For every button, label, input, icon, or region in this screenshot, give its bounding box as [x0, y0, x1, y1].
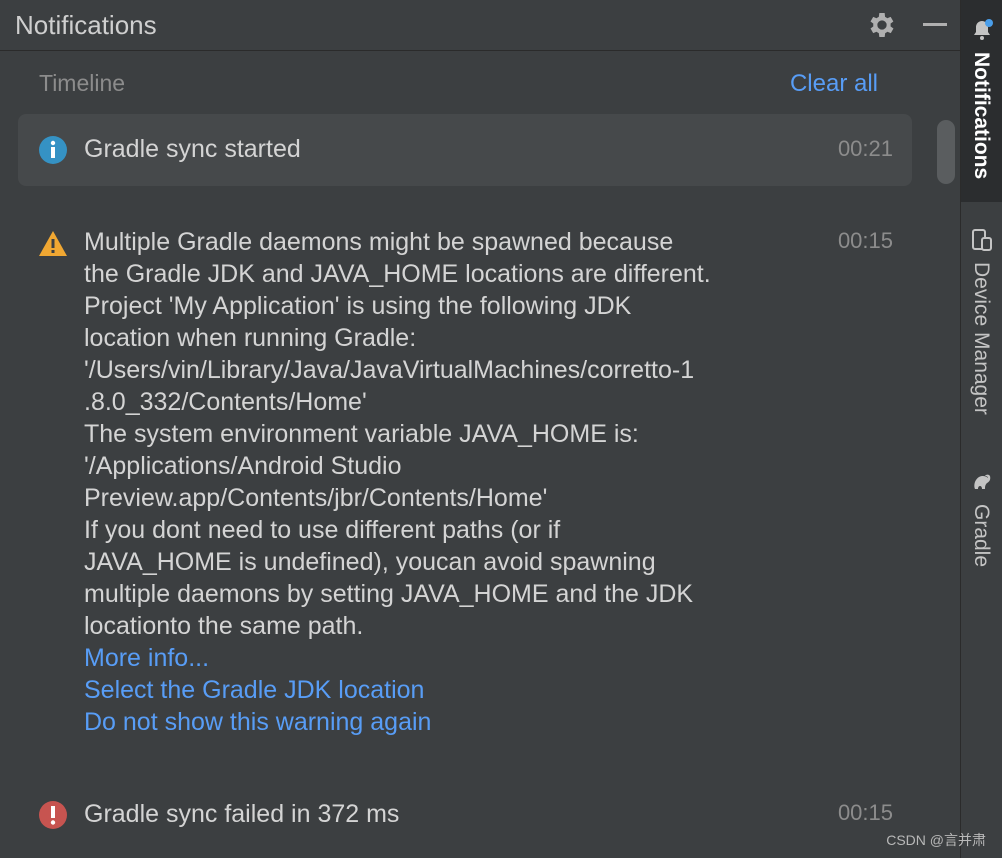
message-line: multiple daemons by setting JAVA_HOME an…: [84, 580, 694, 608]
notification-message: Multiple Gradle daemons might be spawned…: [84, 226, 711, 738]
message-line: Preview.app/Contents/jbr/Contents/Home': [84, 484, 548, 512]
notifications-panel: Notifications Timeline Clear all Gradle …: [0, 0, 960, 858]
notification-list: Gradle sync started 00:21 Multiple Gradl…: [0, 100, 960, 858]
message-line: location when running Gradle:: [84, 324, 417, 352]
tab-notifications[interactable]: Notifications: [961, 0, 1002, 202]
info-icon: [39, 136, 67, 164]
message-line: JAVA_HOME is undefined), youcan avoid sp…: [84, 548, 656, 576]
notification-message: Gradle sync started: [84, 135, 301, 163]
notification-time: 00:15: [837, 800, 893, 825]
message-line: '/Users/vin/Library/Java/JavaVirtualMach…: [84, 356, 695, 384]
do-not-show-again-link[interactable]: Do not show this warning again: [84, 706, 711, 738]
gradle-icon: [974, 474, 991, 489]
notification-item: Multiple Gradle daemons might be spawned…: [18, 224, 912, 744]
error-icon: [39, 801, 67, 829]
notification-item: Gradle sync failed in 372 ms 00:15: [18, 790, 912, 840]
bell-icon: [974, 19, 993, 40]
panel-title: Notifications: [15, 10, 157, 40]
message-line: Project 'My Application' is using the fo…: [84, 292, 632, 320]
device-manager-icon: [972, 229, 992, 251]
notification-time: 00:15: [837, 228, 893, 253]
right-tool-window-bar: Notifications Device Manager Gradle: [960, 0, 1002, 858]
message-line: If you dont need to use different paths …: [84, 516, 561, 544]
scrollbar-thumb[interactable]: [937, 120, 955, 184]
notification-message: Gradle sync failed in 372 ms: [84, 800, 400, 828]
select-jdk-location-link[interactable]: Select the Gradle JDK location: [84, 674, 711, 706]
tab-label: Notifications: [970, 52, 993, 180]
notification-time: 00:21: [837, 136, 893, 161]
watermark: CSDN @言并肃: [886, 832, 986, 848]
panel-header: Notifications: [0, 0, 960, 51]
more-info-link[interactable]: More info...: [84, 642, 711, 674]
message-line: '/Applications/Android Studio: [84, 452, 402, 480]
tab-gradle[interactable]: Gradle: [961, 460, 1002, 590]
warning-icon: [39, 231, 67, 256]
tab-device-manager[interactable]: Device Manager: [961, 218, 1002, 438]
tab-label: Gradle: [970, 504, 993, 568]
message-line: .8.0_332/Contents/Home': [84, 388, 367, 416]
message-line: The system environment variable JAVA_HOM…: [84, 420, 639, 448]
clear-all-link[interactable]: Clear all: [790, 70, 878, 98]
message-line: the Gradle JDK and JAVA_HOME locations a…: [84, 260, 711, 288]
notification-actions: More info... Select the Gradle JDK locat…: [84, 642, 711, 738]
message-line: Multiple Gradle daemons might be spawned…: [84, 228, 674, 256]
notification-item[interactable]: Gradle sync started 00:21: [18, 114, 912, 186]
tab-label: Device Manager: [970, 262, 993, 415]
timeline-label: Timeline: [39, 70, 126, 96]
minimize-button[interactable]: [921, 9, 949, 41]
gear-icon[interactable]: [866, 9, 898, 41]
message-line: locationto the same path.: [84, 612, 364, 640]
